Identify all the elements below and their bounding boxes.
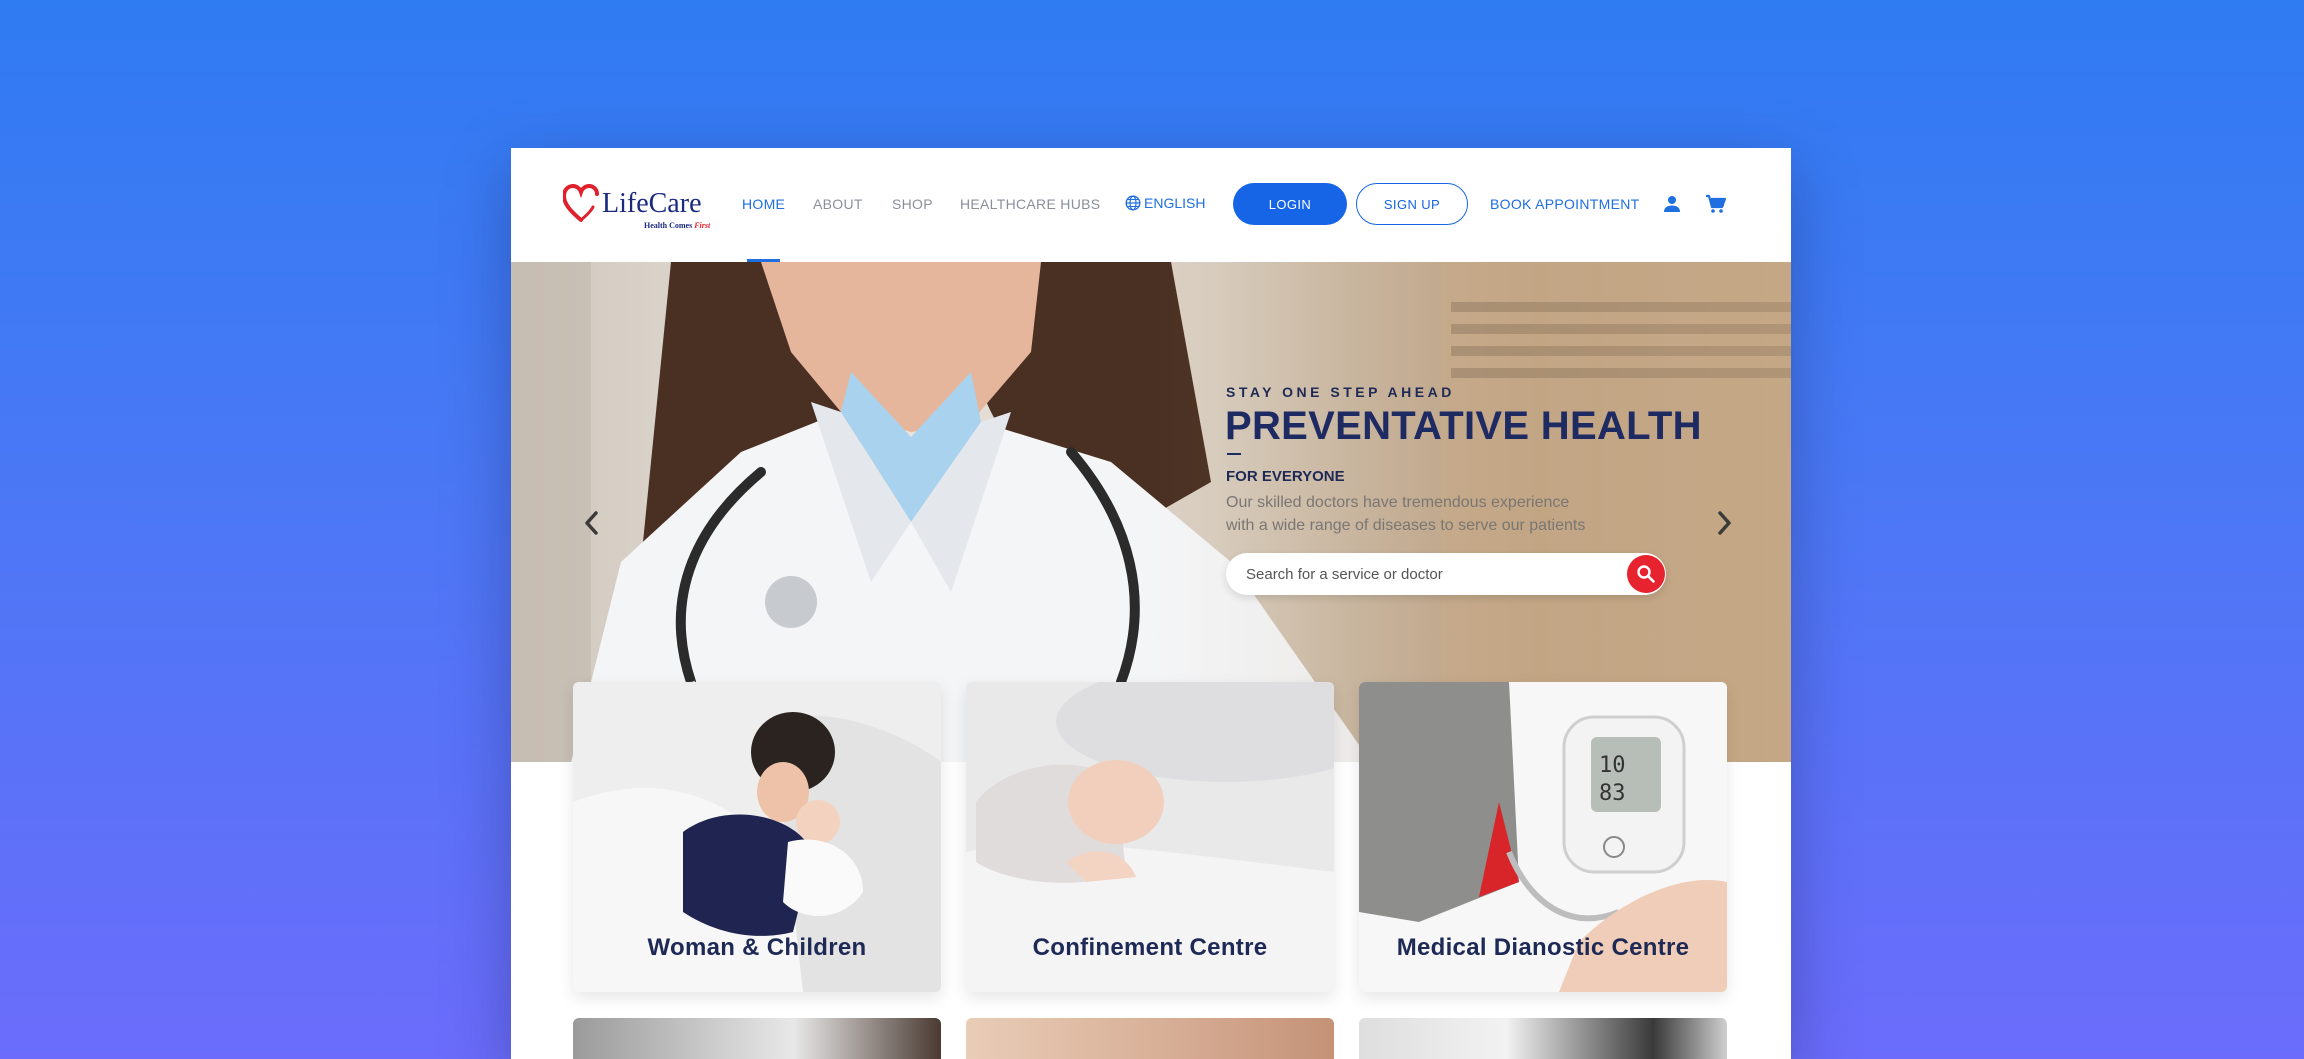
tagline-main: Health Comes: [644, 221, 693, 230]
service-card-medical-diagnostic-centre[interactable]: 10 83 Medical Dianostic Centre: [1359, 682, 1727, 992]
hero-eyebrow: STAY ONE STEP AHEAD: [1226, 384, 1455, 400]
language-selector[interactable]: ENGLISH: [1125, 195, 1205, 211]
cart-icon[interactable]: [1705, 193, 1727, 215]
hero-description-line1: Our skilled doctors have tremendous expe…: [1226, 494, 1570, 511]
hero-subheading: FOR EVERYONE: [1226, 468, 1345, 485]
site-header: LifeCare Health Comes First HOME ABOUT S…: [511, 148, 1791, 262]
service-card-confinement-centre[interactable]: Confinement Centre: [966, 682, 1334, 992]
card-label: Confinement Centre: [1032, 934, 1268, 961]
service-card-woman-children[interactable]: Woman & Children: [573, 682, 941, 992]
login-button[interactable]: LOGIN: [1233, 183, 1347, 225]
chevron-right-icon[interactable]: [1712, 508, 1736, 538]
card-label: Medical Dianostic Centre: [1396, 934, 1690, 961]
search-button[interactable]: [1627, 555, 1665, 593]
globe-icon: [1125, 195, 1141, 211]
svg-text:83: 83: [1599, 781, 1626, 806]
search-input[interactable]: [1246, 553, 1616, 595]
headline-divider: [1227, 453, 1241, 455]
brand-name: LifeCare: [602, 188, 702, 219]
service-card-row2-1[interactable]: [573, 1018, 941, 1059]
nav-item-healthcare-hubs[interactable]: HEALTHCARE HUBS: [960, 196, 1100, 212]
hero-description: Our skilled doctors have tremendous expe…: [1226, 491, 1646, 537]
person-icon[interactable]: [1661, 193, 1683, 215]
nav-item-about[interactable]: ABOUT: [813, 196, 863, 212]
hero-description-line2: with a wide range of diseases to serve o…: [1226, 517, 1586, 534]
nav-item-shop[interactable]: SHOP: [892, 196, 933, 212]
svg-text:10: 10: [1599, 753, 1626, 778]
search-bar: [1226, 553, 1666, 595]
tagline-accent: First: [694, 221, 711, 230]
signup-button[interactable]: SIGN UP: [1356, 183, 1468, 225]
nav-item-home[interactable]: HOME: [742, 196, 785, 212]
card-label: Woman & Children: [647, 934, 867, 961]
website-page: LifeCare Health Comes First HOME ABOUT S…: [511, 148, 1791, 1059]
service-card-row2-3[interactable]: [1359, 1018, 1727, 1059]
search-icon: [1637, 565, 1655, 583]
brand-tagline: Health Comes First: [644, 221, 710, 230]
book-appointment-link[interactable]: BOOK APPOINTMENT: [1490, 196, 1640, 212]
hero-headline: PREVENTATIVE HEALTH: [1225, 404, 1702, 448]
service-card-row2-2[interactable]: [966, 1018, 1334, 1059]
brand-logo[interactable]: LifeCare Health Comes First: [563, 184, 723, 234]
language-label: ENGLISH: [1144, 195, 1206, 211]
chevron-left-icon[interactable]: [580, 508, 604, 538]
heart-logo-icon: [563, 184, 599, 222]
